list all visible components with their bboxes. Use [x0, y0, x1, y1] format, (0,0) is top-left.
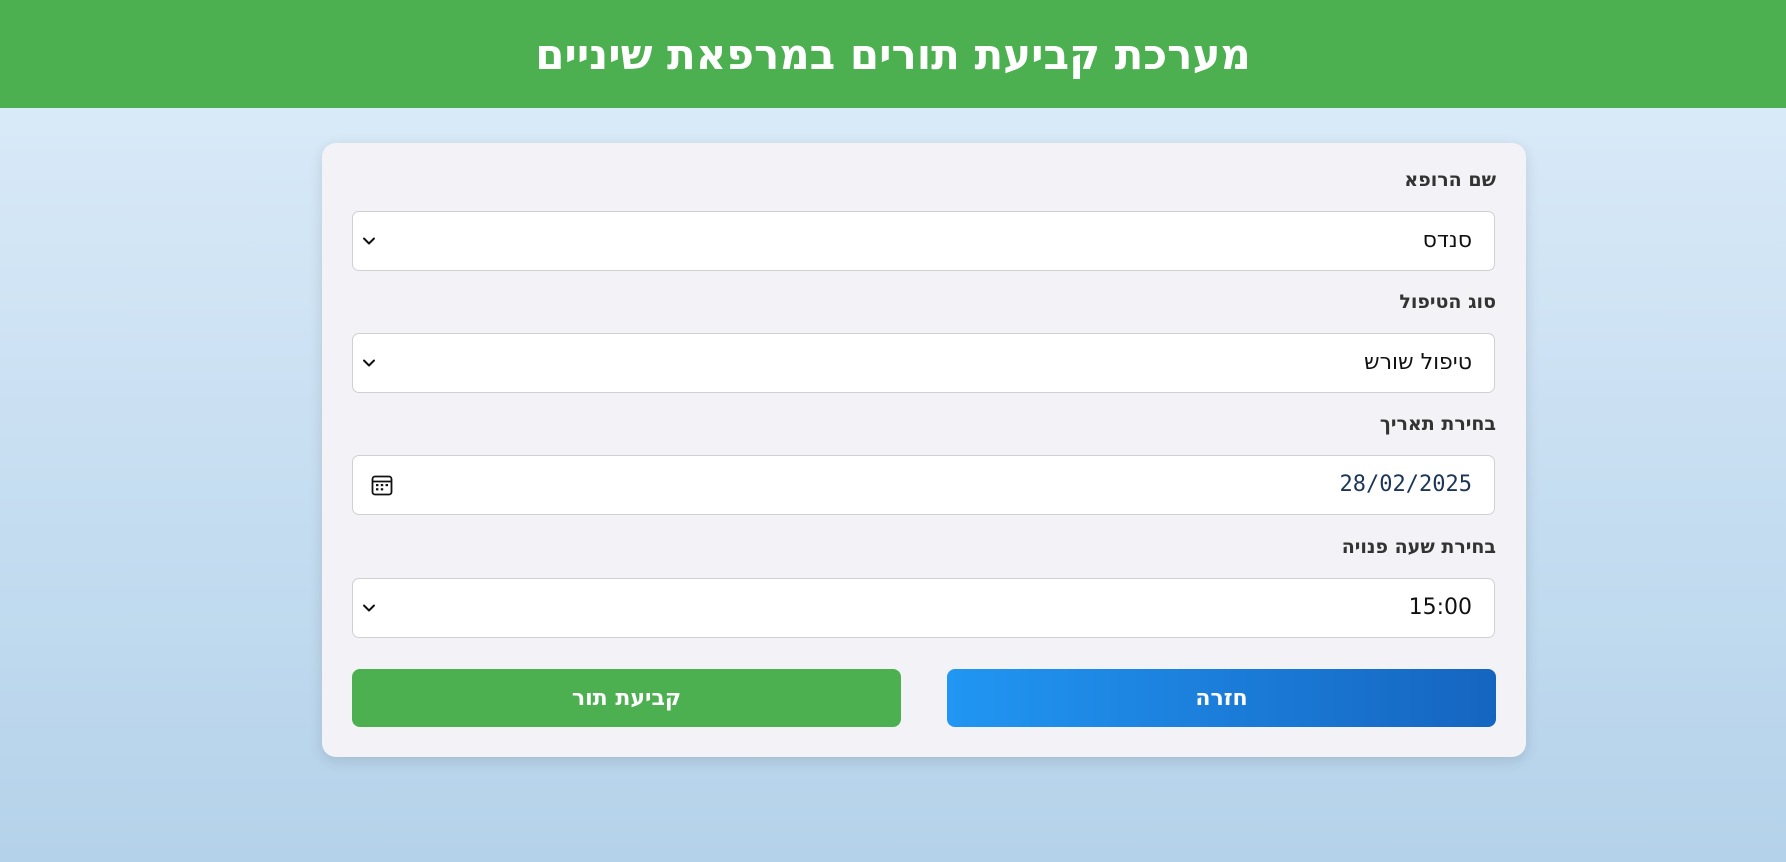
- page-title: מערכת קביעת תורים במרפאת שיניים: [535, 29, 1251, 79]
- doctor-label: שם הרופא: [1404, 169, 1496, 191]
- treatment-select-value: טיפול שורש: [1363, 350, 1472, 375]
- chevron-down-icon: [363, 237, 375, 245]
- treatment-label: סוג הטיפול: [1399, 291, 1496, 313]
- back-button[interactable]: חזרה: [947, 669, 1496, 727]
- date-input[interactable]: 28/02/2025: [352, 455, 1495, 515]
- doctor-select[interactable]: סנדס: [352, 211, 1495, 271]
- time-select[interactable]: 15:00: [352, 578, 1495, 638]
- time-label: בחירת שעה פנויה: [1341, 536, 1496, 558]
- chevron-down-icon: [363, 604, 375, 612]
- doctor-select-value: סנדס: [1422, 228, 1472, 253]
- time-select-value: 15:00: [1408, 595, 1472, 620]
- calendar-icon[interactable]: [370, 473, 394, 497]
- appointment-form: שם הרופא סנדס סוג הטיפול טיפול שורש בחיר…: [322, 143, 1526, 757]
- app-header: מערכת קביעת תורים במרפאת שיניים: [0, 0, 1786, 108]
- treatment-select[interactable]: טיפול שורש: [352, 333, 1495, 393]
- book-appointment-button[interactable]: קביעת תור: [352, 669, 901, 727]
- chevron-down-icon: [363, 359, 375, 367]
- date-input-value: 28/02/2025: [1339, 472, 1472, 497]
- date-label: בחירת תאריך: [1379, 413, 1496, 435]
